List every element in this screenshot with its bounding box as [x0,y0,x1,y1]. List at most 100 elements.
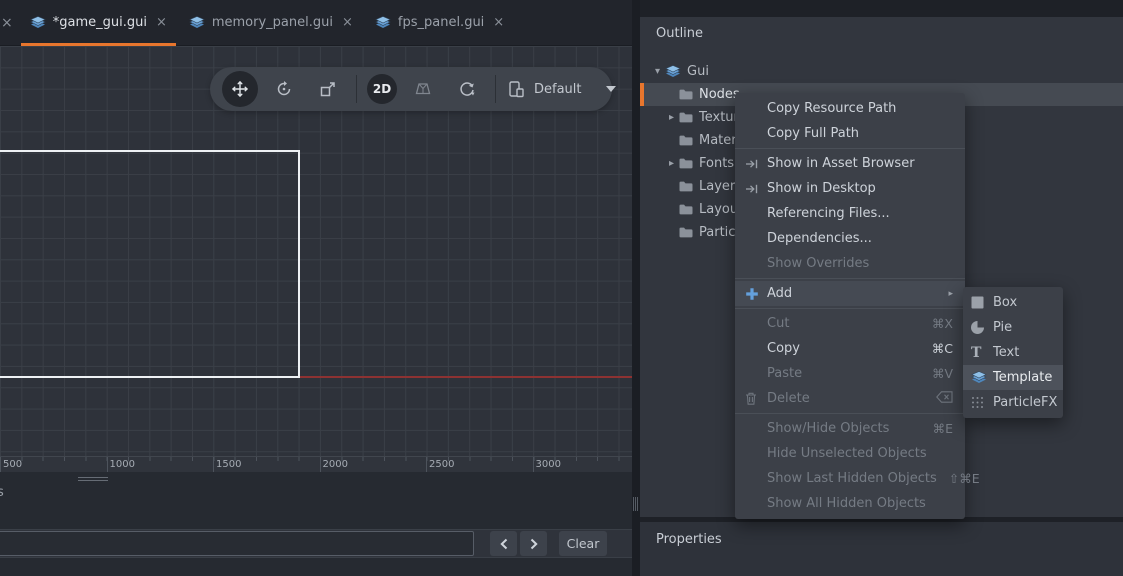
folder-icon [679,158,693,169]
box-icon [971,296,984,309]
close-icon[interactable]: × [156,15,167,30]
vertical-splitter[interactable] [632,0,640,576]
chevron-right-icon [530,538,538,550]
submenu-item-label: Pie [993,320,1012,335]
show-in-icon [745,158,760,170]
erase-key-icon [936,391,953,403]
menu-item-label: Delete [767,391,924,406]
next-match-button[interactable] [520,531,547,556]
submenu-arrow-icon: ▸ [948,289,953,299]
submenu-item-template[interactable]: Template [963,365,1063,390]
move-tool-button[interactable] [222,71,258,107]
ruler-tick [533,457,534,472]
rotate-tool-button[interactable] [266,71,302,107]
submenu-item-particlefx[interactable]: ParticleFX [963,390,1063,415]
chevron-left-icon [500,538,508,550]
menu-item-copy-resource-path[interactable]: Copy Resource Path [735,96,965,121]
ruler-tick-label: 1000 [110,459,135,470]
menu-item-show-in-asset-browser[interactable]: Show in Asset Browser [735,151,965,176]
perspective-camera-icon [414,80,432,98]
tab-label: memory_panel.gui [212,15,333,30]
menu-item-label: Show Overrides [767,256,953,271]
show-in-icon [745,183,760,195]
gui-bounds-rect[interactable] [0,150,300,378]
tree-item-gui[interactable]: ▾ Gui [640,60,1123,83]
menu-item-shortcut: ⌘C [932,341,953,356]
template-icon [971,371,987,384]
horizontal-splitter-handle[interactable] [78,477,108,483]
gui-scene-icon [189,16,205,29]
properties-panel: Properties [640,522,1123,576]
submenu-item-text[interactable]: TText [963,340,1063,365]
folder-icon [679,227,693,238]
move-icon [231,80,249,98]
tree-item-label: Gui [687,64,709,79]
ruler-tick [213,457,214,472]
device-profile-icon [506,79,526,99]
expander-closed-icon[interactable]: ▸ [664,112,679,123]
tab-label: fps_panel.gui [398,15,484,30]
menu-item-show-overrides: Show Overrides [735,251,965,276]
submenu-item-icon-slot [971,321,993,334]
close-icon[interactable]: × [493,15,504,30]
menu-item-icon-slot [745,183,767,195]
submenu-item-icon-slot [971,396,993,409]
menu-item-label: Copy [767,341,920,356]
clear-button[interactable]: Clear [559,531,607,556]
menu-item-copy[interactable]: Copy ⌘C [735,336,965,361]
menu-item-add[interactable]: Add▸ [735,281,965,306]
menu-separator [735,308,965,309]
properties-title: Properties [656,532,722,547]
submenu-item-label: Text [993,345,1019,360]
bottom-panel: s Clear [0,472,632,576]
horizontal-ruler: 50010001500200025003000 [0,456,632,472]
tab-game-gui-gui[interactable]: *game_gui.gui× [19,0,178,45]
close-icon[interactable]: × [342,15,353,30]
truncated-label: s [0,485,4,500]
folder-icon [679,135,693,146]
panel-top-strip [640,0,1123,17]
menu-item-label: Paste [767,366,920,381]
search-input[interactable] [0,531,474,556]
menu-item-icon-slot [745,158,767,170]
context-menu: Copy Resource PathCopy Full Path Show in … [735,93,965,519]
gui-scene-icon [30,16,46,29]
ruler-tick-label: 1500 [216,459,241,470]
submenu-item-icon-slot [971,371,993,384]
menu-item-delete: Delete [735,386,965,411]
expander-closed-icon[interactable]: ▸ [664,158,679,169]
menu-item-shortcut [936,391,953,406]
scale-tool-button[interactable] [310,71,346,107]
particlefx-icon [971,396,984,409]
orbit-button[interactable] [449,71,485,107]
expander-open-icon[interactable]: ▾ [650,66,665,77]
menu-item-label: Hide Unselected Objects [767,446,953,461]
tab-fps-panel-gui[interactable]: fps_panel.gui × [364,0,515,45]
tab-bar: × *game_gui.gui×memory_panel.gui×fps_pan… [0,0,632,46]
menu-item-dependencies[interactable]: Dependencies... [735,226,965,251]
mode-2d-button[interactable]: 2D [367,74,397,104]
chevron-down-icon[interactable] [606,86,616,92]
menu-item-referencing-files[interactable]: Referencing Files... [735,201,965,226]
menu-item-show-in-desktop[interactable]: Show in Desktop [735,176,965,201]
scene-toolbar: 2D Default [210,67,612,111]
prev-match-button[interactable] [490,531,517,556]
ruler-tick-label: 500 [3,459,22,470]
scene-canvas[interactable]: 2D Default 50010001500200025003000 [0,46,632,472]
menu-item-cut: Cut⌘X [735,311,965,336]
perspective-button[interactable] [405,71,441,107]
tab-memory-panel-gui[interactable]: memory_panel.gui × [178,0,364,45]
menu-separator [735,278,965,279]
menu-separator [735,413,965,414]
add-submenu: BoxPieTTextTemplateParticleFX [963,287,1063,418]
submenu-item-box[interactable]: Box [963,290,1063,315]
menu-item-label: Show in Asset Browser [767,156,953,171]
menu-item-copy-full-path[interactable]: Copy Full Path [735,121,965,146]
close-icon[interactable]: × [1,15,13,31]
submenu-item-icon-slot: T [971,346,993,360]
menu-item-shortcut: ⌘V [932,366,953,381]
trash-icon [745,392,757,405]
submenu-item-pie[interactable]: Pie [963,315,1063,340]
menu-item-shortcut: ⌘X [932,316,953,331]
menu-item-paste: Paste ⌘V [735,361,965,386]
